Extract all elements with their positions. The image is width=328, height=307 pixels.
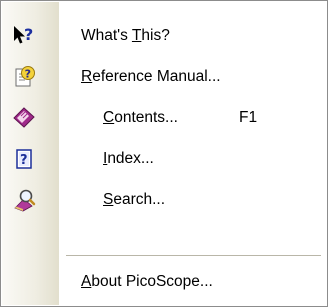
menu-item-search[interactable]: Search... [2,179,326,221]
menu-item-reference-manual[interactable]: ? Reference Manual... [2,56,326,98]
menu-item-label: Search... [103,191,166,208]
menu-item-contents[interactable]: Contents... F1 [2,97,326,139]
svg-text:?: ? [20,153,28,168]
svg-text:?: ? [24,25,33,44]
search-icon [12,188,36,212]
menu-item-whats-this[interactable]: ? What's This? [2,15,326,57]
menu-item-index[interactable]: ? Index... [2,138,326,180]
help-menu: ? What's This? ? Reference Manual... Con… [0,0,328,307]
menu-item-label: What's This? [81,27,170,44]
contents-book-icon [12,106,36,130]
svg-text:?: ? [25,68,31,81]
menu-item-about[interactable]: About PicoScope... [2,261,326,303]
whats-this-icon: ? [12,24,36,48]
menu-item-label: About PicoScope... [81,273,213,290]
menu-item-label: Index... [103,150,154,167]
menu-item-label: Contents... [103,109,178,126]
menu-item-label: Reference Manual... [81,68,221,85]
shortcut-label: F1 [239,109,258,126]
index-help-icon: ? [12,147,36,171]
menu-separator [66,255,321,256]
reference-manual-icon: ? [12,65,36,89]
